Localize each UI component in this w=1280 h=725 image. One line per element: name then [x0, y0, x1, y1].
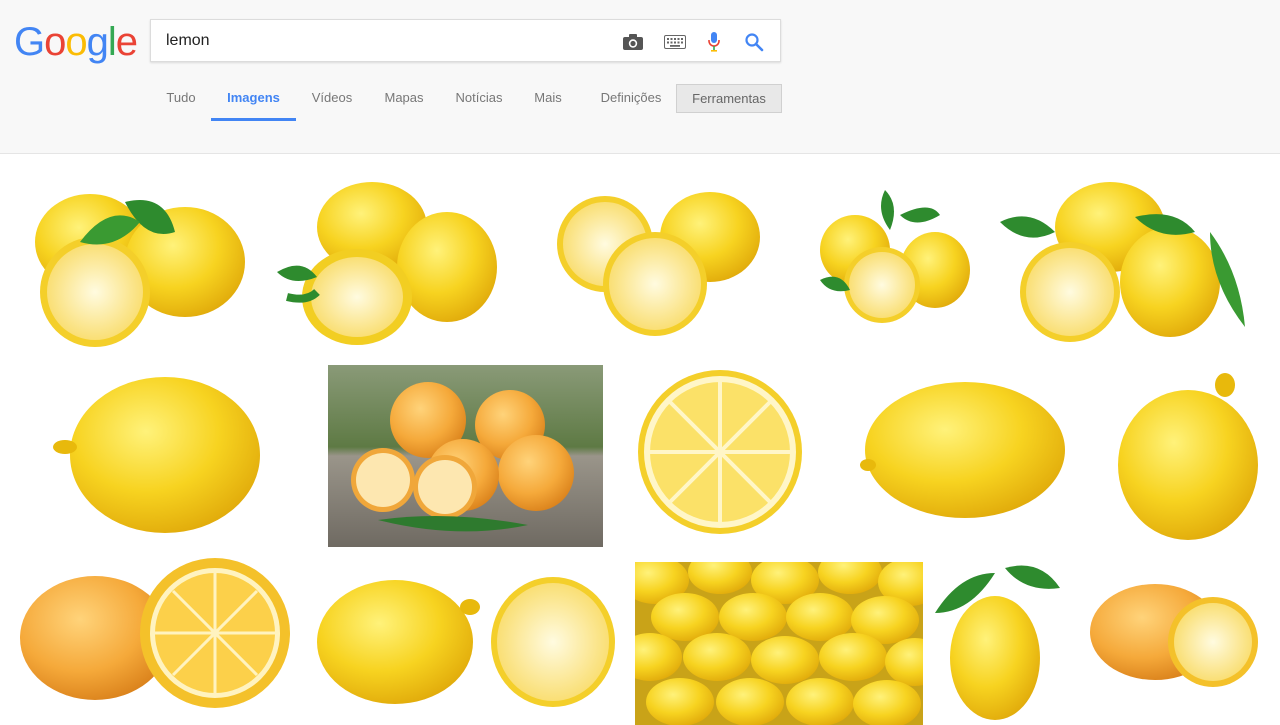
top-bar: Google Tudo Imagens Vídeos Mapas Notícia… [0, 0, 1280, 154]
google-logo[interactable]: Google [14, 18, 138, 66]
image-result[interactable] [40, 365, 272, 545]
image-result[interactable] [620, 360, 820, 545]
search-icon[interactable] [742, 30, 766, 54]
image-result[interactable] [272, 172, 505, 352]
logo-letter: G [14, 20, 45, 64]
tools-button[interactable]: Ferramentas [676, 84, 782, 113]
image-result[interactable] [1110, 370, 1265, 545]
logo-letter: o [44, 20, 66, 64]
camera-icon[interactable] [621, 30, 645, 54]
image-result[interactable] [810, 185, 975, 330]
image-result[interactable] [995, 172, 1260, 352]
keyboard-icon[interactable] [663, 30, 687, 54]
image-result[interactable] [488, 572, 618, 712]
microphone-icon[interactable] [702, 30, 726, 54]
image-result[interactable] [20, 172, 253, 352]
tab-definicoes[interactable]: Definições [596, 83, 666, 121]
image-result[interactable] [930, 558, 1065, 723]
tab-videos[interactable]: Vídeos [307, 83, 357, 121]
tab-mapas[interactable]: Mapas [379, 83, 429, 121]
image-result[interactable] [635, 562, 923, 725]
image-result[interactable] [15, 558, 295, 708]
tab-tudo[interactable]: Tudo [160, 83, 202, 121]
image-result[interactable] [310, 572, 485, 712]
tab-mais[interactable]: Mais [530, 83, 566, 121]
image-result[interactable] [520, 172, 790, 352]
search-box [150, 19, 781, 62]
search-input[interactable] [166, 29, 606, 53]
image-result[interactable] [1085, 572, 1265, 697]
tab-noticias[interactable]: Notícias [451, 83, 507, 121]
logo-letter: g [86, 20, 109, 64]
logo-letter: l [107, 20, 117, 64]
image-result[interactable] [328, 365, 603, 547]
tab-imagens[interactable]: Imagens [211, 83, 296, 121]
image-result[interactable] [860, 375, 1075, 530]
logo-letter: e [115, 20, 138, 64]
logo-letter: o [65, 20, 87, 64]
